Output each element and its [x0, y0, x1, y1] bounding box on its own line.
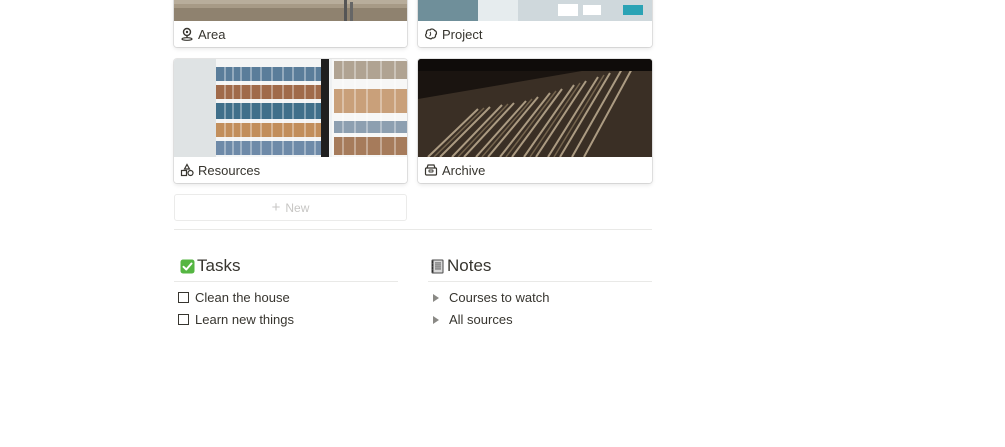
gallery-card-project[interactable]: Project: [418, 0, 652, 47]
gallery-card-area[interactable]: Area: [174, 0, 407, 47]
gallery-card-archive[interactable]: Archive: [418, 59, 652, 183]
brain-icon: [424, 27, 438, 41]
area-cover-image: [174, 0, 407, 21]
toggle-triangle-icon[interactable]: [433, 293, 439, 302]
notebook-icon: [430, 259, 445, 274]
todo-item: Clean the house: [178, 290, 290, 305]
archive-box-icon: [424, 163, 438, 177]
notes-heading-divider: [428, 281, 652, 282]
card-label-project: Project: [442, 26, 483, 42]
todo-checkbox[interactable]: [178, 292, 189, 303]
todo-text[interactable]: Clean the house: [195, 290, 290, 305]
map-pin-icon: [180, 27, 194, 41]
todo-text[interactable]: Learn new things: [195, 312, 294, 327]
toggle-triangle-icon[interactable]: [433, 315, 439, 324]
notes-title: Notes: [447, 256, 492, 275]
notes-heading: Notes: [430, 256, 491, 276]
tasks-heading: Tasks: [180, 256, 240, 276]
todo-item: Learn new things: [178, 312, 294, 327]
shapes-icon: [180, 163, 194, 177]
check-mark-button-icon: [180, 259, 195, 274]
toggle-text: All sources: [449, 312, 513, 327]
tasks-title: Tasks: [197, 256, 241, 275]
toggle-text: Courses to watch: [449, 290, 550, 305]
resources-cover-image: [174, 59, 407, 157]
card-label-archive: Archive: [442, 162, 486, 178]
project-cover-image: [418, 0, 652, 21]
section-divider: [174, 229, 652, 230]
archive-cover-image: [418, 59, 652, 157]
todo-checkbox[interactable]: [178, 314, 189, 325]
new-card-label: New: [285, 200, 310, 215]
card-label-area: Area: [198, 26, 226, 42]
gallery-card-resources[interactable]: Resources: [174, 59, 407, 183]
card-label-resources: Resources: [198, 162, 261, 178]
tasks-heading-divider: [174, 281, 398, 282]
plus-icon: +: [271, 199, 281, 216]
toggle-item[interactable]: Courses to watch: [428, 290, 549, 305]
toggle-item[interactable]: All sources: [428, 312, 513, 327]
new-card-button[interactable]: + New: [174, 194, 407, 221]
